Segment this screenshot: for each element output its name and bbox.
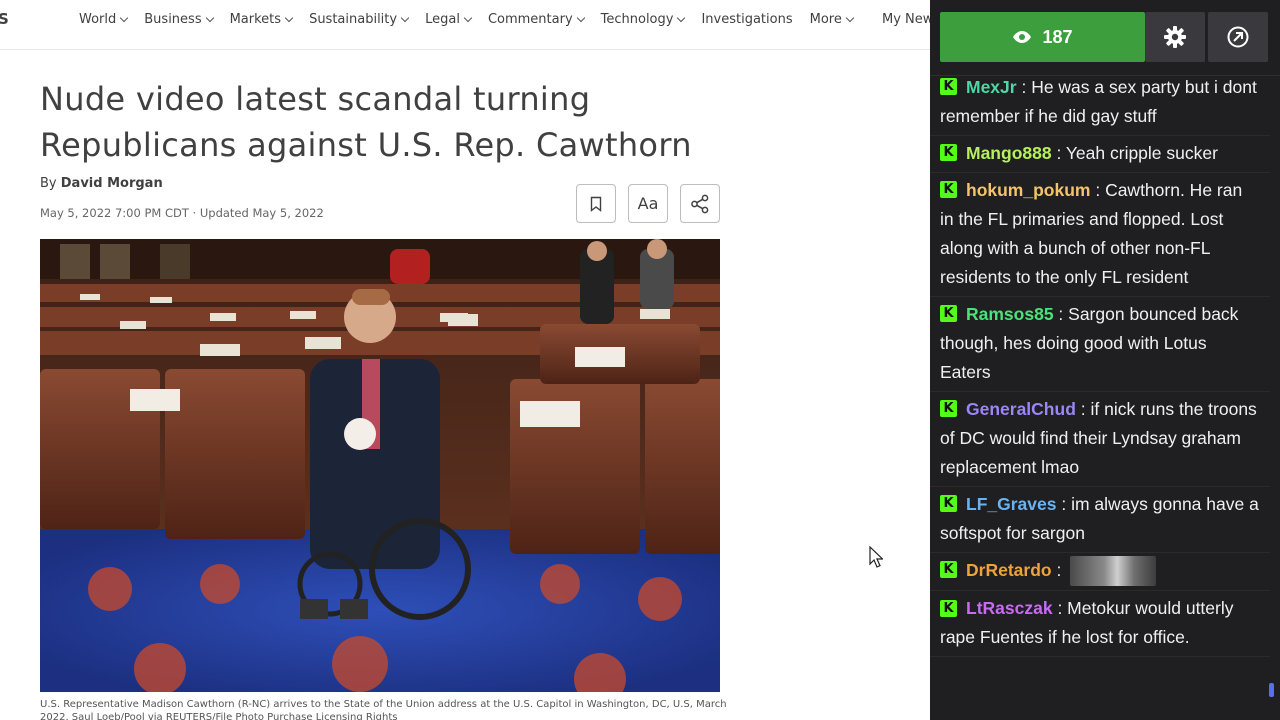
chevron-down-icon	[576, 13, 585, 22]
chevron-down-icon	[845, 13, 855, 22]
chat-message: K GeneralChud : if nick runs the troons o…	[930, 392, 1270, 487]
byline-prefix: By	[40, 176, 57, 191]
nav-item-label: More	[809, 12, 842, 27]
chat-separator: :	[1051, 143, 1066, 163]
my-news-link[interactable]: My News	[882, 12, 930, 27]
chat-settings-button[interactable]	[1145, 12, 1205, 62]
chat-message: Khokum_pokum : Cawthorn. He ran in the F…	[930, 173, 1270, 297]
nav-item-technology[interactable]: Technology	[600, 12, 686, 27]
text-size-button[interactable]: Aa	[628, 184, 668, 223]
kick-badge-icon: K	[940, 181, 957, 199]
kick-badge-icon: K	[940, 78, 957, 96]
chevron-down-icon	[400, 13, 410, 22]
chat-username[interactable]: LtRasczak	[966, 598, 1053, 618]
brand-logo-fragment[interactable]: S	[0, 10, 9, 28]
kick-badge-icon: K	[940, 144, 957, 162]
nav-item-label: Legal	[425, 12, 460, 27]
nav-item-commentary[interactable]: Commentary	[487, 12, 585, 27]
nav-menu: World Business Markets Sustainability Legal C…	[79, 12, 870, 27]
text-size-label: Aa	[637, 194, 659, 213]
viewer-count-button[interactable]: 187	[940, 12, 1145, 62]
article-headline: Nude video latest scandal turning Republ…	[40, 80, 692, 164]
kick-badge-icon: K	[940, 561, 957, 579]
chevron-down-icon	[120, 13, 129, 22]
eye-icon	[1013, 31, 1032, 43]
nav-item-label: World	[79, 12, 117, 27]
kick-badge-icon: K	[940, 599, 957, 617]
nav-item-investigations[interactable]: Investigations	[701, 12, 792, 27]
chat-header: 187	[930, 0, 1280, 76]
chevron-down-icon	[284, 13, 294, 22]
nav-item-legal[interactable]: Legal	[425, 12, 473, 27]
chat-message: K Mango888 : Yeah cripple sucker	[930, 136, 1270, 173]
share-button[interactable]	[680, 184, 720, 223]
chevron-down-icon	[463, 13, 473, 22]
chat-message: K DrRetardo :	[930, 553, 1270, 592]
chat-separator: :	[1016, 77, 1032, 97]
chat-separator: :	[1053, 304, 1069, 324]
mouse-cursor-icon	[869, 546, 883, 568]
bookmark-icon	[590, 196, 602, 212]
nav-item-sustainability[interactable]: Sustainability	[309, 12, 410, 27]
chat-message: K LF_Graves : im always gonna have a soft…	[930, 487, 1270, 553]
chat-username[interactable]: GeneralChud	[966, 399, 1076, 419]
chat-separator: :	[1075, 399, 1091, 419]
chat-message: K LtRasczak : Metokur would utterly rape …	[930, 591, 1270, 658]
gear-icon	[1164, 26, 1186, 48]
article-photo	[40, 239, 720, 692]
top-navigation: S World Business Markets Sustainability Lega…	[0, 0, 930, 50]
chat-separator: :	[1090, 180, 1106, 200]
nav-item-markets[interactable]: Markets	[229, 12, 294, 27]
author-link[interactable]: David Morgan	[61, 176, 163, 191]
byline: By David Morgan	[40, 176, 163, 191]
article-page: S World Business Markets Sustainability Lega…	[0, 0, 930, 720]
nav-item-label: Investigations	[701, 12, 793, 27]
nav-item-label: Commentary	[487, 12, 573, 27]
chamber-photo-illustration	[40, 239, 720, 692]
chat-separator: :	[1056, 494, 1072, 514]
chat-username[interactable]: LF_Graves	[966, 494, 1056, 514]
chat-emote-image	[1070, 556, 1157, 587]
chat-text: Yeah cripple sucker	[1065, 143, 1218, 163]
chat-message: K MexJr : He was a sex party but i dont r…	[930, 70, 1270, 136]
kick-badge-icon: K	[940, 305, 957, 323]
nav-item-more[interactable]: More	[809, 12, 855, 27]
chat-messages: K MexJr : He was a sex party but i dont r…	[930, 70, 1270, 658]
dateline: May 5, 2022 7:00 PM CDT · Updated May 5,…	[40, 206, 324, 220]
chevron-down-icon	[677, 13, 686, 22]
chat-username[interactable]: Ramsos85	[966, 304, 1054, 324]
nav-item-label: Sustainability	[309, 12, 398, 27]
bookmark-button[interactable]	[576, 184, 616, 223]
kick-badge-icon: K	[940, 400, 957, 418]
chat-username[interactable]: hokum_pokum	[966, 180, 1090, 200]
nav-item-business[interactable]: Business	[144, 12, 214, 27]
kick-badge-icon: K	[940, 495, 957, 513]
nav-item-label: Business	[144, 12, 202, 27]
chat-username[interactable]: DrRetardo	[966, 560, 1052, 580]
nav-item-label: Technology	[600, 12, 674, 27]
chat-popout-button[interactable]	[1208, 12, 1268, 62]
chevron-down-icon	[205, 13, 214, 22]
chat-message: K Ramsos85 : Sargon bounced back though, …	[930, 297, 1270, 392]
nav-item-world[interactable]: World	[79, 12, 129, 27]
caption-line-2: 2022. Saul Loeb/Pool via REUTERS/File Ph…	[40, 712, 398, 720]
caption-line-1: U.S. Representative Madison Cawthorn (R-…	[40, 699, 730, 710]
viewer-count: 187	[1042, 26, 1073, 47]
article-tools: Aa	[576, 184, 720, 223]
chat-separator: :	[1051, 560, 1067, 580]
chat-username[interactable]: Mango888	[966, 143, 1052, 163]
popout-icon	[1227, 26, 1249, 48]
chat-scrollbar[interactable]	[1269, 683, 1274, 697]
nav-item-label: Markets	[229, 12, 282, 27]
chat-username[interactable]: MexJr	[966, 77, 1017, 97]
share-icon	[691, 194, 709, 213]
photo-caption: U.S. Representative Madison Cawthorn (R-…	[40, 698, 730, 720]
chat-separator: :	[1052, 598, 1068, 619]
live-chat-panel: 187 K MexJr: He was a sex party but i d…	[930, 0, 1280, 720]
